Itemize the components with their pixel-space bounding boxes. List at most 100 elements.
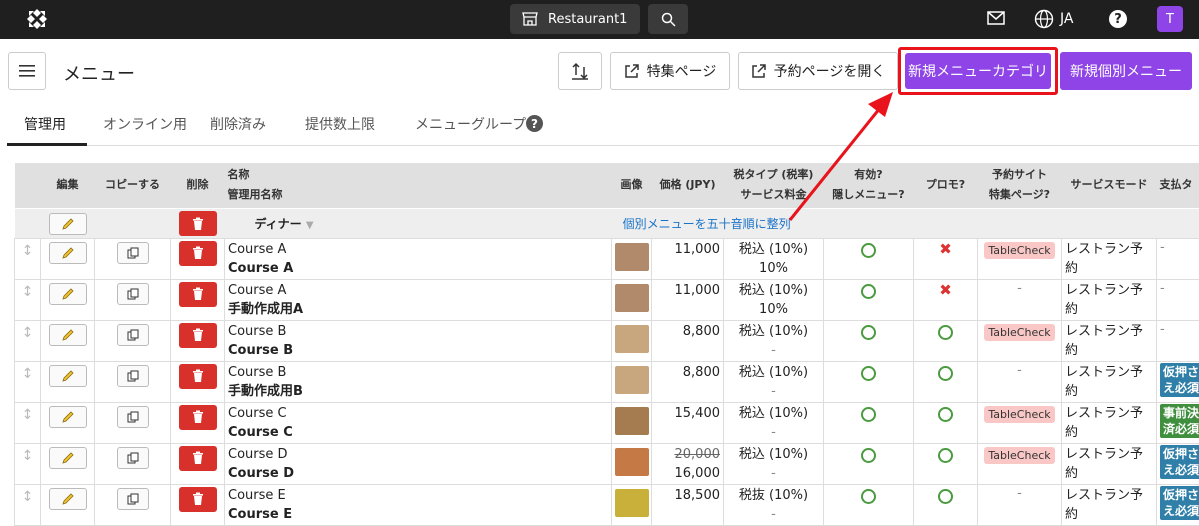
active-check-icon xyxy=(861,242,876,258)
copy-icon xyxy=(127,288,138,299)
copy-button[interactable] xyxy=(116,405,149,428)
table-header: 編集 コピーする 削除 名称 管理用名称 画像 価格 (JPY) 税タイプ (税率… xyxy=(14,163,1199,209)
feature-page-button[interactable]: 特集ページ xyxy=(610,52,730,90)
drag-handle[interactable]: ↕ xyxy=(14,401,41,444)
sort-order-button[interactable] xyxy=(558,52,602,90)
language-selector[interactable]: JA xyxy=(1034,9,1073,29)
payment-badge: 仮押さえ必須 xyxy=(1160,362,1199,397)
col-price: 価格 (JPY) xyxy=(651,163,724,209)
open-reservation-page-button[interactable]: 予約ページを開く xyxy=(738,52,898,90)
menu-thumbnail[interactable] xyxy=(615,242,649,271)
user-avatar[interactable]: T xyxy=(1157,6,1183,32)
delete-button[interactable] xyxy=(178,240,217,266)
category-row: ディナー ▼ 個別メニューを五十音順に整列 xyxy=(14,208,1199,238)
menu-thumbnail[interactable] xyxy=(615,365,649,394)
delete-button[interactable] xyxy=(178,404,217,430)
service-fee: - xyxy=(771,424,776,440)
table-row: ↕ Course A 手動作成用A 11,000 税込 (10%) 10% ✖ -… xyxy=(14,278,1199,321)
search-button[interactable] xyxy=(648,4,688,34)
menu-thumbnail[interactable] xyxy=(615,406,649,435)
drag-handle[interactable]: ↕ xyxy=(14,319,41,362)
tab-deleted[interactable]: 削除済み xyxy=(210,114,266,134)
tax-type: 税込 (10%) xyxy=(738,364,809,380)
menu-name: Course B xyxy=(228,364,287,380)
active-check-icon xyxy=(861,406,876,422)
copy-button[interactable] xyxy=(116,446,149,469)
copy-icon xyxy=(127,411,138,422)
edit-button[interactable] xyxy=(48,282,87,305)
promo-check-icon xyxy=(938,488,953,504)
drag-handle[interactable]: ↕ xyxy=(14,442,41,485)
table-row: ↕ Course E Course E 18,500 税抜 (10%) - - レ… xyxy=(14,483,1199,526)
menu-thumbnail[interactable] xyxy=(615,283,649,312)
price: 11,000 xyxy=(674,282,721,298)
category-name: ディナー xyxy=(254,216,302,231)
drag-handle[interactable]: ↕ xyxy=(14,360,41,403)
trash-icon xyxy=(192,369,203,382)
pencil-icon xyxy=(61,328,74,341)
menu-admin-name: Course D xyxy=(228,465,295,481)
tab-online[interactable]: オンライン用 xyxy=(103,114,187,134)
help-icon[interactable]: ? xyxy=(1109,10,1127,28)
copy-button[interactable] xyxy=(116,282,149,305)
service-fee: - xyxy=(771,465,776,481)
pencil-icon xyxy=(61,451,74,464)
edit-button[interactable] xyxy=(48,364,87,387)
menu-thumbnail[interactable] xyxy=(615,488,649,517)
site-empty: - xyxy=(1017,280,1022,296)
edit-button[interactable] xyxy=(48,241,87,264)
tablecheck-badge: TableCheck xyxy=(984,446,1055,464)
delete-button[interactable] xyxy=(178,322,217,348)
copy-button[interactable] xyxy=(116,241,149,264)
tab-bar: 管理用 オンライン用 削除済み 提供数上限 メニューグループ xyxy=(7,104,1199,146)
new-menu-category-button[interactable]: 新規メニューカテゴリ xyxy=(905,53,1051,89)
edit-button[interactable] xyxy=(48,487,87,510)
service-fee: - xyxy=(771,342,776,358)
trash-icon xyxy=(192,287,203,300)
copy-icon xyxy=(127,493,138,504)
menu-thumbnail[interactable] xyxy=(615,447,649,476)
tab-admin[interactable]: 管理用 xyxy=(24,114,66,134)
drag-handle[interactable]: ↕ xyxy=(14,483,41,526)
delete-category-button[interactable] xyxy=(178,211,217,236)
menu-admin-name: Course A xyxy=(228,260,294,276)
site-empty: - xyxy=(1017,485,1022,501)
delete-button[interactable] xyxy=(178,363,217,389)
payment-empty: - xyxy=(1160,280,1165,296)
store-icon xyxy=(522,12,538,26)
copy-button[interactable] xyxy=(116,323,149,346)
payment-empty: - xyxy=(1160,239,1165,255)
delete-button[interactable] xyxy=(178,486,217,512)
drag-handle[interactable]: ↕ xyxy=(14,237,41,280)
new-menu-item-button[interactable]: 新規個別メニュー xyxy=(1060,52,1192,90)
app-logo-icon[interactable] xyxy=(26,8,48,30)
sort-alphabetical-link[interactable]: 個別メニューを五十音順に整列 xyxy=(623,217,791,231)
pencil-icon xyxy=(61,218,74,230)
restaurant-selector[interactable]: Restaurant1 xyxy=(510,4,640,34)
help-icon[interactable]: ? xyxy=(526,115,543,132)
menu-thumbnail[interactable] xyxy=(615,324,649,353)
edit-button[interactable] xyxy=(48,323,87,346)
tax-type: 税込 (10%) xyxy=(738,323,809,339)
service-fee: 10% xyxy=(759,301,788,317)
copy-button[interactable] xyxy=(116,487,149,510)
price: 8,800 xyxy=(682,364,720,380)
restaurant-name: Restaurant1 xyxy=(548,11,628,27)
copy-button[interactable] xyxy=(116,364,149,387)
edit-button[interactable] xyxy=(48,446,87,469)
delete-button[interactable] xyxy=(178,445,217,471)
menu-admin-name: Course E xyxy=(228,506,293,522)
menu-admin-name: 手動作成用B xyxy=(228,383,303,399)
trash-icon xyxy=(192,328,203,341)
hamburger-menu-button[interactable] xyxy=(8,52,46,90)
edit-category-button[interactable] xyxy=(48,213,87,235)
chevron-down-icon[interactable]: ▼ xyxy=(306,220,314,231)
mail-icon[interactable] xyxy=(987,11,1005,25)
drag-handle[interactable]: ↕ xyxy=(14,278,41,321)
tab-menu-group[interactable]: メニューグループ xyxy=(415,114,526,134)
tab-limit[interactable]: 提供数上限 xyxy=(305,114,375,134)
delete-button[interactable] xyxy=(178,281,217,307)
edit-button[interactable] xyxy=(48,405,87,428)
trash-icon xyxy=(192,246,203,259)
menu-table: 編集 コピーする 削除 名称 管理用名称 画像 価格 (JPY) 税タイプ (税率… xyxy=(14,163,1199,526)
